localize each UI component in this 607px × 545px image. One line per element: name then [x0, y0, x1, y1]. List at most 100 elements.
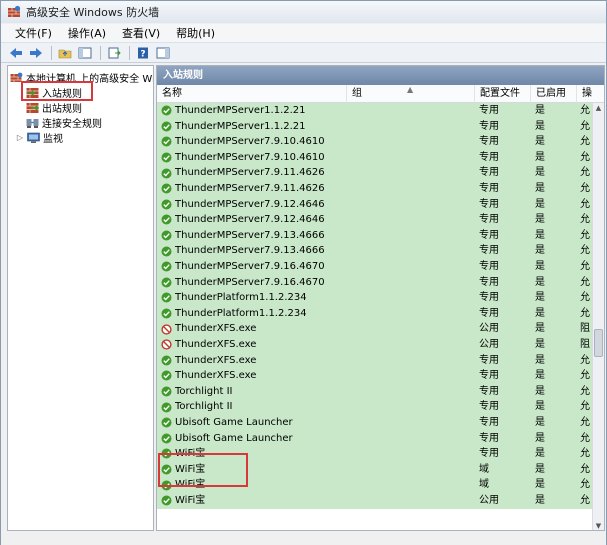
rule-enabled: 是 — [535, 339, 545, 350]
highlight-box-inbound-rules — [21, 81, 93, 101]
rule-action: 允 — [580, 432, 590, 444]
table-row[interactable]: ThunderMPServer1.1.2.21 专用 是 允 — [157, 103, 592, 119]
table-row[interactable]: Torchlight II 专用 是 允 — [157, 399, 592, 415]
rule-name: ThunderPlatform1.1.2.234 — [175, 292, 307, 304]
rule-action: 允 — [580, 136, 590, 148]
tree-item-connection-security-rules[interactable]: 连接安全规则 — [26, 115, 102, 130]
rule-name: ThunderXFS.exe — [175, 323, 257, 335]
allow-check-icon — [161, 292, 172, 303]
rule-action: 允 — [580, 198, 590, 210]
rule-name: ThunderMPServer7.9.12.4646 — [175, 198, 325, 210]
table-row[interactable]: WiFi宝 公用 是 允 — [157, 493, 592, 509]
rule-action: 允 — [580, 370, 590, 382]
connection-security-icon — [26, 118, 39, 128]
column-header-name[interactable]: 名称 — [157, 85, 347, 103]
table-row[interactable]: ThunderMPServer7.9.11.4626 专用 是 允 — [157, 165, 592, 181]
table-row[interactable]: ThunderMPServer7.9.16.4670 专用 是 允 — [157, 259, 592, 275]
show-hide-action-pane-button[interactable] — [154, 45, 172, 61]
rule-action: 允 — [580, 479, 590, 491]
rule-name-cell: WiFi宝 — [161, 493, 347, 509]
scroll-down-arrow-icon[interactable]: ▼ — [593, 521, 604, 530]
table-row[interactable]: ThunderMPServer7.9.16.4670 专用 是 允 — [157, 274, 592, 291]
table-row[interactable]: ThunderMPServer7.9.12.4646 专用 是 允 — [157, 196, 592, 213]
rule-profile: 专用 — [479, 385, 499, 397]
rule-enabled: 是 — [535, 261, 545, 272]
rule-action: 允 — [580, 105, 590, 116]
column-header-enabled[interactable]: 已启用 — [531, 85, 577, 103]
rule-enabled: 是 — [535, 448, 545, 460]
rule-action: 允 — [580, 417, 590, 428]
monitor-icon — [27, 132, 40, 143]
table-row[interactable]: ThunderPlatform1.1.2.234 专用 是 允 — [157, 305, 592, 322]
back-button[interactable] — [7, 45, 25, 61]
table-row[interactable]: ThunderMPServer7.9.10.4610 专用 是 允 — [157, 134, 592, 150]
scroll-up-arrow-icon[interactable]: ▲ — [593, 103, 604, 114]
table-row[interactable]: ThunderXFS.exe 公用 是 阻 — [157, 321, 592, 337]
up-folder-button[interactable] — [56, 45, 74, 61]
allow-check-icon — [161, 105, 172, 116]
rule-name-cell: Torchlight II — [161, 384, 347, 400]
table-row[interactable]: ThunderMPServer7.9.10.4610 专用 是 允 — [157, 149, 592, 166]
allow-check-icon — [161, 230, 172, 241]
table-row[interactable]: Torchlight II 专用 是 允 — [157, 383, 592, 400]
column-header-action[interactable]: 操 — [577, 85, 604, 103]
table-row[interactable]: ThunderXFS.exe 公用 是 阻 — [157, 337, 592, 353]
scroll-thumb[interactable] — [594, 329, 603, 357]
rule-group — [349, 165, 475, 181]
tree-item-monitoring[interactable]: ▷ 监视 — [16, 130, 63, 145]
table-row[interactable]: ThunderMPServer7.9.13.4666 专用 是 允 — [157, 243, 592, 259]
rule-group — [349, 431, 475, 447]
expand-arrow-icon[interactable]: ▷ — [16, 133, 24, 142]
rule-profile: 公用 — [479, 339, 499, 350]
rule-action: 允 — [580, 245, 590, 257]
allow-check-icon — [161, 355, 172, 366]
vertical-scrollbar[interactable]: ▲ ▼ — [592, 103, 604, 530]
rule-name-cell: ThunderPlatform1.1.2.234 — [161, 306, 347, 322]
table-row[interactable]: ThunderPlatform1.1.2.234 专用 是 允 — [157, 290, 592, 306]
show-hide-console-tree-button[interactable] — [76, 45, 94, 61]
rule-action: 阻 — [580, 339, 590, 350]
table-row[interactable]: ThunderXFS.exe 专用 是 允 — [157, 368, 592, 384]
help-button[interactable]: ? — [134, 45, 152, 61]
table-row[interactable]: ThunderMPServer1.1.2.21 专用 是 允 — [157, 118, 592, 135]
rule-name: ThunderMPServer7.9.13.4666 — [175, 245, 325, 257]
allow-check-icon — [161, 308, 172, 319]
outbound-rules-icon — [26, 102, 39, 113]
back-arrow-icon — [10, 47, 22, 58]
rule-action: 允 — [580, 307, 590, 319]
svg-text:?: ? — [140, 49, 145, 59]
rule-action: 允 — [580, 448, 590, 460]
toolbar-separator — [100, 45, 101, 60]
firewall-window: 高级安全 Windows 防火墙 文件(F) 操作(A) 查看(V) 帮助(H)… — [0, 0, 607, 545]
table-row[interactable]: Ubisoft Game Launcher 专用 是 允 — [157, 415, 592, 431]
table-row[interactable]: Ubisoft Game Launcher 专用 是 允 — [157, 430, 592, 447]
export-list-button[interactable] — [105, 45, 123, 61]
rule-name: ThunderMPServer1.1.2.21 — [175, 105, 306, 116]
rule-group — [349, 119, 475, 135]
menu-help[interactable]: 帮助(H) — [168, 24, 223, 43]
rule-action: 阻 — [580, 323, 590, 335]
table-row[interactable]: ThunderMPServer7.9.12.4646 专用 是 允 — [157, 212, 592, 228]
menu-view[interactable]: 查看(V) — [114, 24, 168, 43]
rule-enabled: 是 — [535, 292, 545, 304]
table-row[interactable]: ThunderMPServer7.9.13.4666 专用 是 允 — [157, 227, 592, 244]
rule-enabled: 是 — [535, 385, 545, 397]
tree-item-label: 连接安全规则 — [42, 119, 102, 130]
rule-name-cell: ThunderMPServer7.9.11.4626 — [161, 181, 347, 197]
rule-enabled: 是 — [535, 183, 545, 194]
menu-file[interactable]: 文件(F) — [7, 24, 60, 43]
rule-action: 允 — [580, 354, 590, 366]
rule-profile: 专用 — [479, 120, 499, 132]
menu-action[interactable]: 操作(A) — [60, 24, 114, 43]
rule-name: ThunderXFS.exe — [175, 370, 257, 382]
rule-name: ThunderXFS.exe — [175, 354, 257, 366]
rule-enabled: 是 — [535, 495, 545, 506]
table-row[interactable]: ThunderMPServer7.9.11.4626 专用 是 允 — [157, 181, 592, 197]
table-row[interactable]: ThunderXFS.exe 专用 是 允 — [157, 352, 592, 369]
column-header-profile[interactable]: 配置文件 — [475, 85, 531, 103]
rule-name-cell: ThunderMPServer7.9.11.4626 — [161, 165, 347, 181]
forward-button[interactable] — [27, 45, 45, 61]
menu-bar: 文件(F) 操作(A) 查看(V) 帮助(H) — [1, 24, 606, 43]
tree-item-outbound-rules[interactable]: 出站规则 — [26, 100, 82, 115]
rule-enabled: 是 — [535, 198, 545, 210]
